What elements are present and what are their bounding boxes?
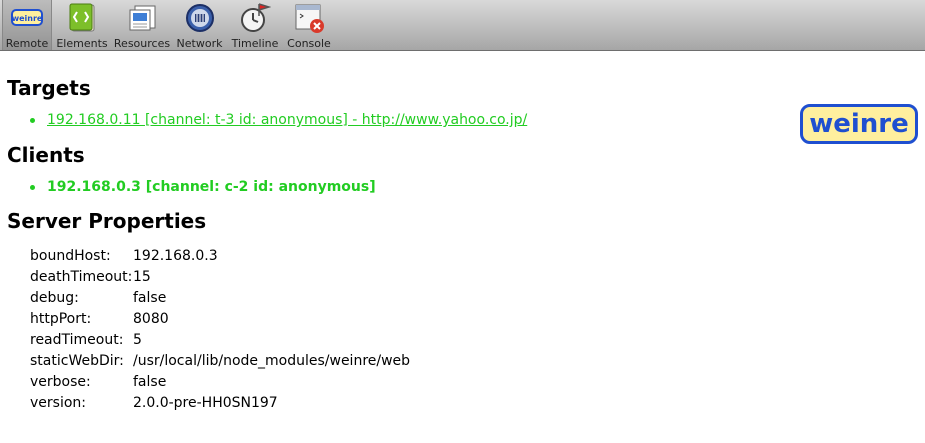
property-key: httpPort:	[30, 311, 92, 327]
toolbar-label-console: Console	[287, 37, 331, 50]
property-key: boundHost:	[30, 248, 111, 264]
bullet-icon	[30, 117, 35, 123]
client-list-item: 192.168.0.3 [channel: c-2 id: anonymous]	[30, 179, 376, 195]
target-list-item: 192.168.0.11 [channel: t-3 id: anonymous…	[30, 112, 527, 128]
toolbar-label-elements: Elements	[56, 37, 108, 50]
bullet-icon	[30, 184, 35, 190]
property-key: debug:	[30, 290, 79, 306]
toolbar-label-timeline: Timeline	[231, 37, 279, 50]
property-row: deathTimeout: 15	[30, 267, 410, 288]
toolbar-label-remote: Remote	[5, 37, 49, 50]
weinre-mini-text: weinre	[12, 14, 43, 23]
toolbar-label-network: Network	[176, 37, 223, 50]
network-icon	[185, 4, 214, 32]
property-row: readTimeout: 5	[30, 330, 410, 351]
property-key: version:	[30, 395, 86, 411]
property-value: false	[133, 374, 167, 390]
property-value: false	[133, 290, 167, 306]
property-value: 5	[133, 332, 142, 348]
property-row: httpPort: 8080	[30, 309, 410, 330]
console-icon	[295, 4, 324, 33]
timeline-icon	[241, 3, 271, 32]
property-value: /usr/local/lib/node_modules/weinre/web	[133, 353, 411, 369]
property-row: debug: false	[30, 288, 410, 309]
resources-icon	[129, 5, 156, 31]
toolbar: weinre Remote Elements Resources Network…	[0, 0, 925, 51]
server-properties-heading: Server Properties	[7, 209, 207, 233]
target-link[interactable]: 192.168.0.11 [channel: t-3 id: anonymous…	[47, 112, 527, 128]
elements-icon	[69, 3, 95, 32]
clients-heading: Clients	[7, 143, 85, 167]
toolbar-elements-button[interactable]: Elements	[52, 0, 112, 50]
toolbar-network-button[interactable]: Network	[172, 0, 227, 50]
property-row: staticWebDir: /usr/local/lib/node_module…	[30, 351, 410, 372]
property-row: boundHost: 192.168.0.3	[30, 246, 410, 267]
toolbar-console-button[interactable]: Console	[283, 0, 335, 50]
property-key: deathTimeout:	[30, 269, 133, 285]
property-value: 192.168.0.3	[133, 248, 218, 264]
property-value: 15	[133, 269, 151, 285]
property-key: verbose:	[30, 374, 91, 390]
weinre-logo-icon: weinre	[11, 9, 43, 26]
property-key: readTimeout:	[30, 332, 124, 348]
toolbar-resources-button[interactable]: Resources	[112, 0, 172, 50]
targets-heading: Targets	[7, 76, 91, 100]
client-label: 192.168.0.3 [channel: c-2 id: anonymous]	[47, 179, 376, 195]
toolbar-remote-button[interactable]: weinre Remote	[2, 0, 52, 50]
property-value: 8080	[133, 311, 169, 327]
property-row: version: 2.0.0-pre-HH0SN197	[30, 393, 410, 414]
property-value: 2.0.0-pre-HH0SN197	[133, 395, 278, 411]
property-row: verbose: false	[30, 372, 410, 393]
toolbar-label-resources: Resources	[113, 37, 171, 50]
weinre-logo: weinre	[800, 104, 918, 144]
property-key: staticWebDir:	[30, 353, 124, 369]
server-properties-table: boundHost: 192.168.0.3 deathTimeout: 15 …	[30, 246, 410, 414]
toolbar-timeline-button[interactable]: Timeline	[227, 0, 283, 50]
